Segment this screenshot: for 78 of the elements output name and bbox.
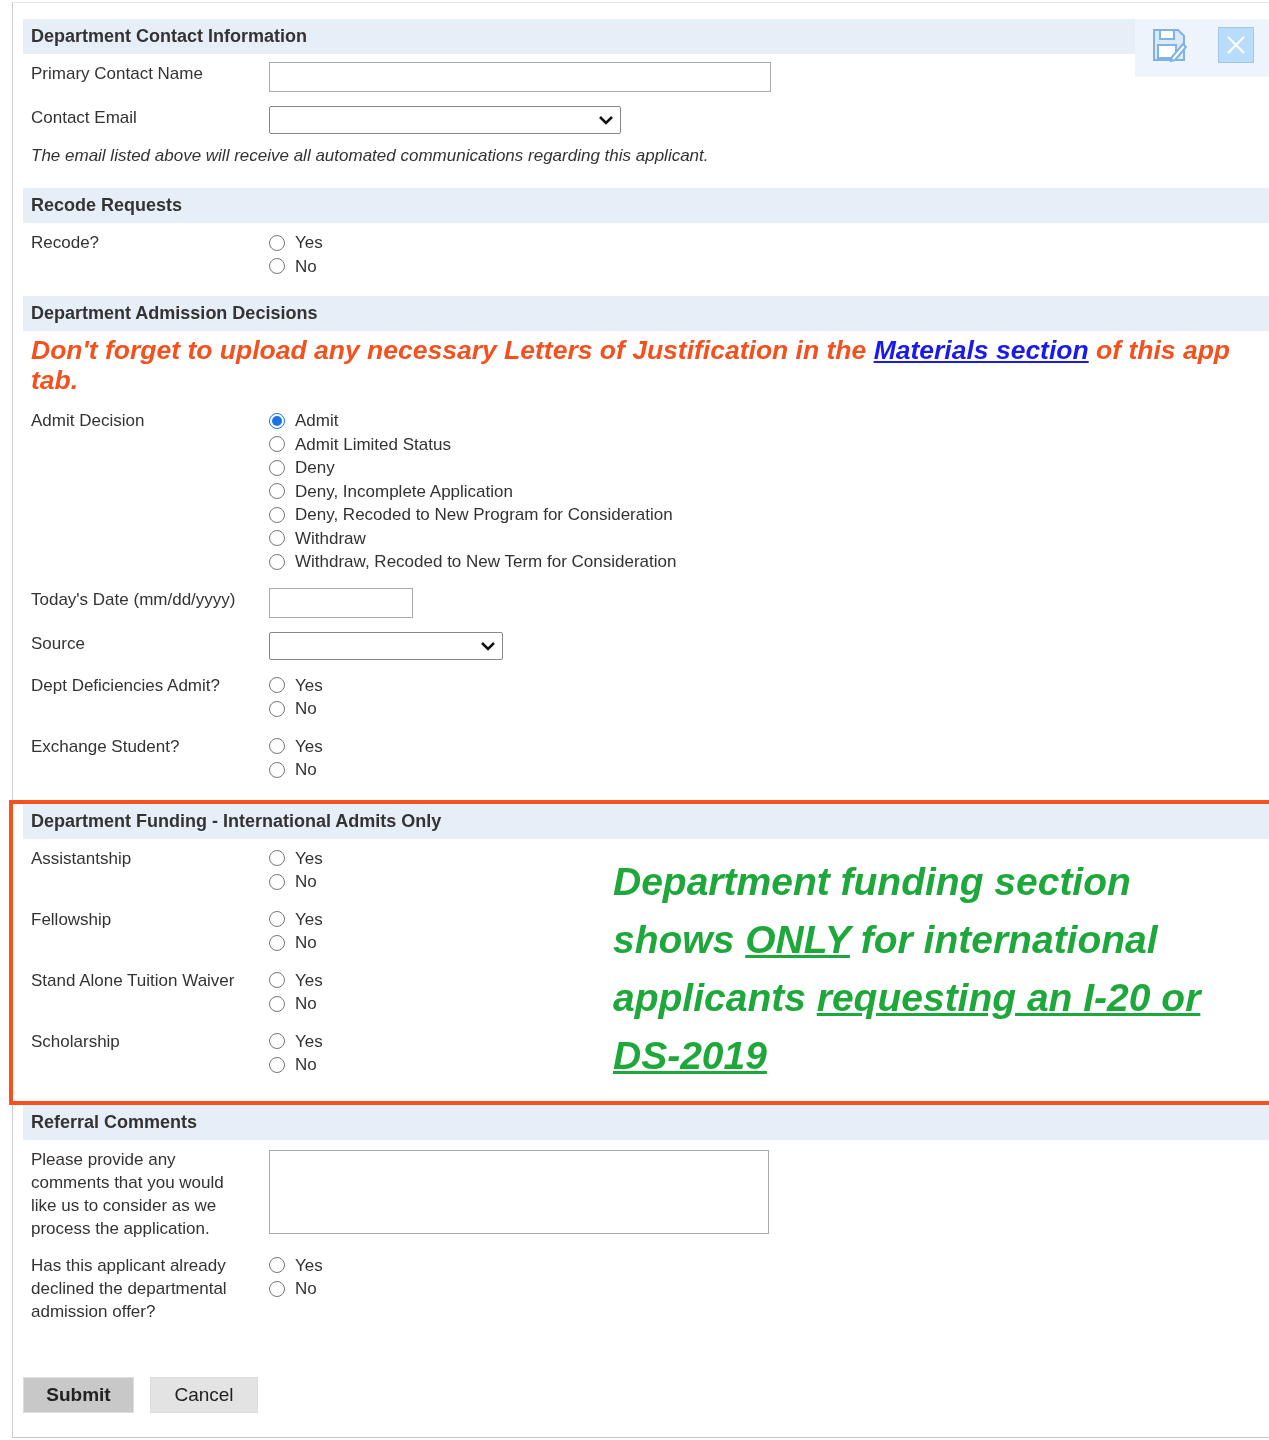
date-field[interactable]	[269, 587, 413, 618]
option-label: Yes	[295, 908, 323, 931]
radio-button[interactable]	[269, 1056, 285, 1073]
option-label: No	[295, 993, 317, 1015]
field-label: Stand Alone Tuition Waiver	[31, 969, 236, 992]
dropdown-field[interactable]	[269, 631, 503, 660]
reminder-text: Don't forget to upload any necessary Letters of Justification in the Materials section of this app tab.	[31, 335, 1231, 395]
option-label: No	[295, 1054, 317, 1076]
radio-button[interactable]	[269, 506, 285, 523]
radio-button[interactable]	[269, 1280, 285, 1297]
option-label: No	[295, 759, 317, 781]
field-label: Primary Contact Name	[31, 63, 204, 85]
radio-button[interactable]	[269, 1257, 285, 1274]
radio-button[interactable]	[269, 850, 285, 867]
radio-button[interactable]	[269, 972, 285, 989]
chevron-down-icon	[598, 115, 614, 125]
radio-button[interactable]	[269, 1033, 285, 1050]
chevron-down-icon	[480, 640, 496, 651]
option-label: Yes	[295, 1254, 323, 1277]
option-label: No	[295, 698, 317, 720]
option-label: Admit	[295, 410, 339, 432]
radio-button[interactable]	[269, 436, 285, 453]
section-header: Department Admission Decisions	[23, 296, 1269, 331]
comments-field[interactable]	[269, 1149, 769, 1234]
option-label: Yes	[295, 847, 323, 870]
dropdown-field[interactable]	[269, 106, 621, 134]
section-header: Referral Comments	[23, 1104, 1269, 1140]
materials-link[interactable]: Materials section	[873, 335, 1089, 365]
section-header: Department Funding - International Admits Only	[23, 803, 1269, 839]
save-icon[interactable]	[1150, 27, 1187, 63]
submit-button[interactable]: Submit	[23, 1376, 134, 1413]
option-label: Admit Limited Status	[295, 433, 451, 456]
field-label: Has this applicant already declined the departmental admission offer?	[31, 1254, 228, 1323]
radio-button[interactable]	[269, 700, 285, 717]
radio-button[interactable]	[269, 459, 285, 476]
radio-button[interactable]	[269, 553, 285, 570]
field-label: Contact Email	[31, 107, 138, 129]
option-label: Yes	[295, 969, 323, 992]
option-label: Deny	[295, 457, 335, 479]
field-label: Source	[31, 632, 86, 655]
field-label: Recode?	[31, 232, 101, 254]
radio-button[interactable]	[269, 412, 285, 429]
option-label: Withdraw, Recoded to New Term for Consideration	[295, 551, 677, 573]
option-label: Yes	[295, 735, 323, 758]
radio-button[interactable]	[269, 234, 285, 251]
field-label: Dept Deficiencies Admit?	[31, 674, 221, 697]
field-label: Scholarship	[31, 1030, 121, 1053]
radio-button[interactable]	[269, 677, 285, 694]
field-label: Fellowship	[31, 908, 113, 931]
field-label: Exchange Student?	[31, 735, 181, 758]
radio-button[interactable]	[269, 934, 285, 951]
option-label: Deny, Recoded to New Program for Consideration	[295, 504, 673, 526]
input-field[interactable]	[269, 62, 771, 92]
option-label: No	[295, 255, 317, 278]
section-header: Recode Requests	[23, 188, 1269, 223]
radio-button[interactable]	[269, 995, 285, 1012]
option-label: Deny, Incomplete Application	[295, 480, 513, 503]
radio-button[interactable]	[269, 873, 285, 890]
radio-button[interactable]	[269, 530, 285, 547]
annotation-text: Department funding section shows ONLY for international applicants requesting an I-20 or DS-2019	[613, 858, 1203, 1079]
option-label: Yes	[295, 1030, 323, 1053]
note-text: The email listed above will receive all automated communications regarding this applicant.	[31, 146, 710, 166]
option-label: Yes	[295, 232, 323, 254]
field-label: Today's Date (mm/dd/yyyy)	[31, 588, 237, 611]
option-label: No	[295, 871, 317, 893]
field-label: Admit Decision	[31, 410, 146, 432]
radio-button[interactable]	[269, 911, 285, 928]
option-label: No	[295, 1278, 317, 1300]
option-label: Withdraw	[295, 527, 366, 550]
field-label: Assistantship	[31, 847, 133, 870]
radio-button[interactable]	[269, 761, 285, 778]
option-label: No	[295, 932, 317, 954]
cancel-button[interactable]: Cancel	[150, 1376, 258, 1413]
radio-button[interactable]	[269, 483, 285, 500]
radio-button[interactable]	[269, 738, 285, 755]
field-label: Please provide any comments that you would like us to consider as we process the application.	[31, 1148, 225, 1240]
option-label: Yes	[295, 674, 323, 697]
radio-button[interactable]	[269, 258, 285, 275]
